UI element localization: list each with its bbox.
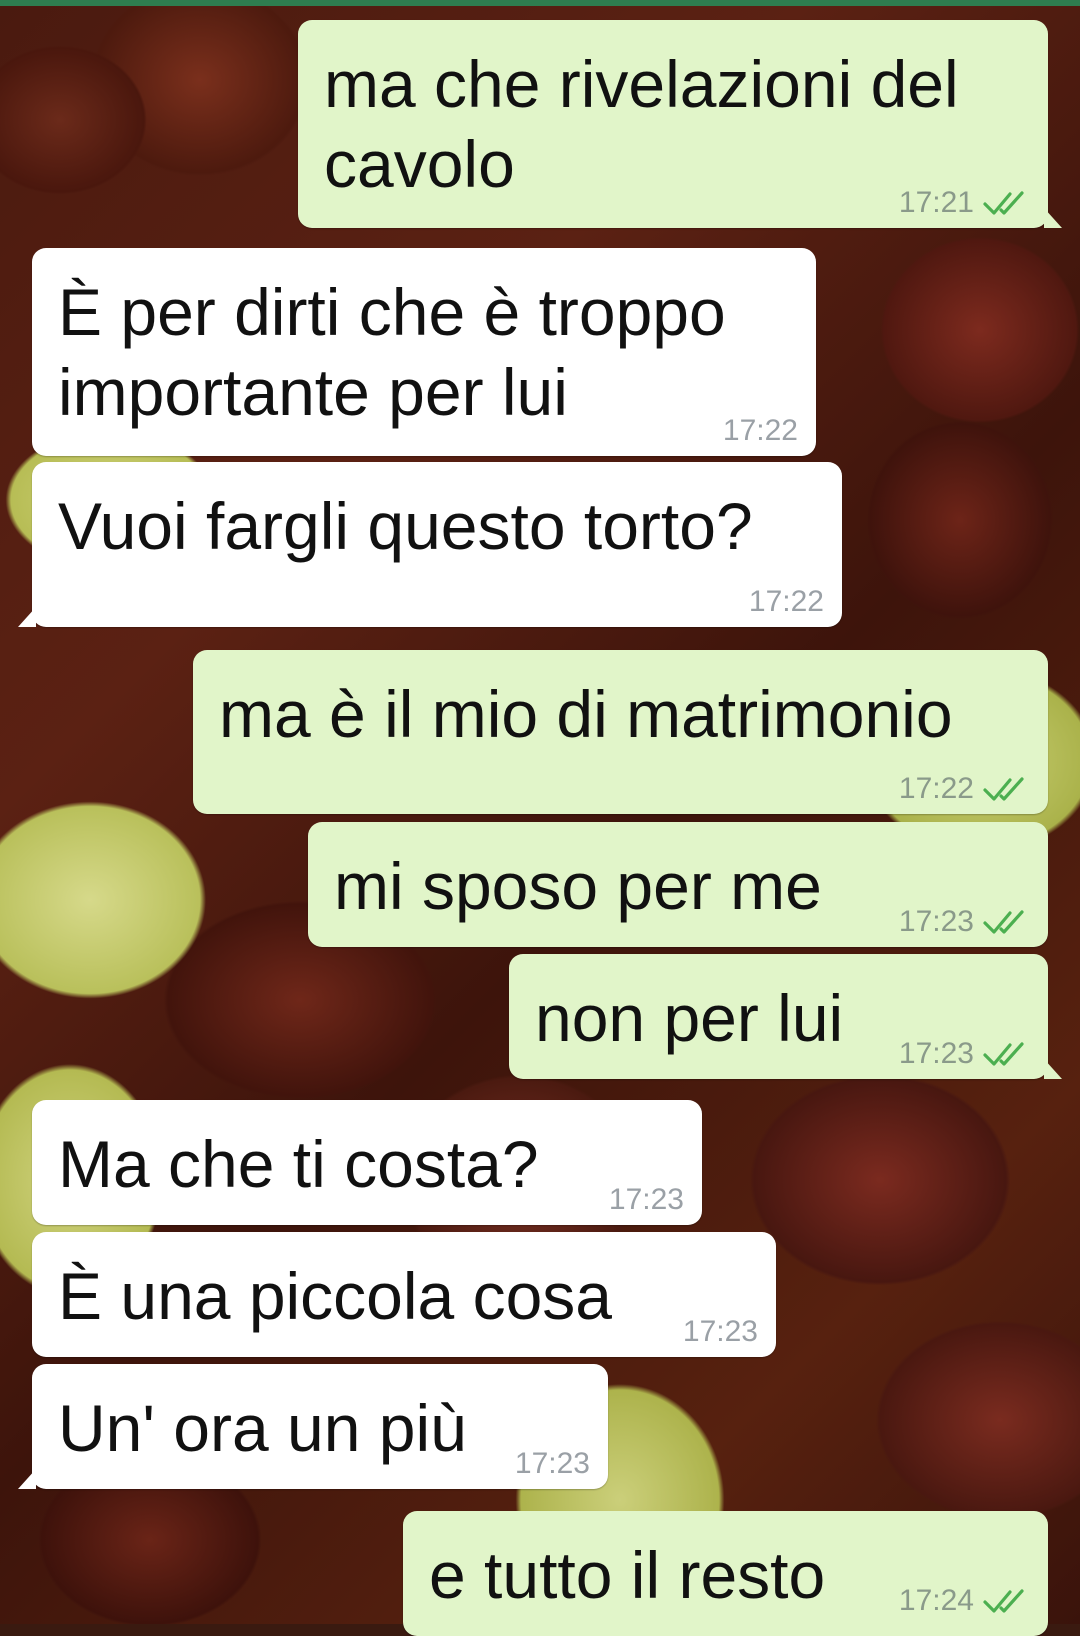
message-time: 17:23: [898, 1037, 974, 1070]
bubble-tail: [18, 607, 36, 627]
message-meta: 17:23: [515, 1447, 590, 1481]
message-text: È una piccola cosa: [58, 1259, 613, 1333]
message-meta: 17:23: [899, 905, 1030, 939]
message-text: ma è il mio di matrimonio: [219, 677, 953, 751]
message-time: 17:22: [748, 585, 824, 618]
message-bubble-incoming[interactable]: Vuoi fargli questo torto? 17:22: [18, 462, 842, 627]
double-check-icon: [983, 191, 1024, 215]
message-bubble-incoming[interactable]: Un' ora un più 17:23: [18, 1364, 608, 1489]
message-bubble-outgoing[interactable]: non per lui 17:23: [509, 954, 1062, 1079]
message-bubble-outgoing[interactable]: ma è il mio di matrimonio 17:22: [193, 650, 1048, 814]
bubble-tail: [1044, 208, 1062, 228]
message-meta: 17:23: [683, 1315, 758, 1349]
message-meta: 17:22: [749, 585, 824, 619]
message-meta: 17:23: [609, 1183, 684, 1217]
message-bubble-outgoing[interactable]: mi sposo per me 17:23: [308, 822, 1048, 947]
message-time: 17:22: [722, 414, 798, 447]
message-text: Vuoi fargli questo torto?: [58, 489, 753, 563]
double-check-icon: [983, 1042, 1024, 1066]
message-time: 17:24: [898, 1584, 974, 1617]
message-meta: 17:24: [899, 1584, 1030, 1618]
message-bubble-outgoing[interactable]: ma che rivelazioni del cavolo 17:21: [298, 20, 1062, 228]
double-check-icon: [983, 910, 1024, 934]
message-bubble-incoming[interactable]: Ma che ti costa? 17:23: [32, 1100, 702, 1225]
double-check-icon: [983, 1589, 1024, 1613]
message-text: ma che rivelazioni del cavolo: [324, 47, 959, 201]
message-text: Un' ora un più: [58, 1391, 467, 1465]
message-bubble-incoming[interactable]: È per dirti che è troppo importante per …: [32, 248, 816, 456]
message-time: 17:23: [682, 1315, 758, 1348]
double-check-icon: [983, 777, 1024, 801]
bubble-tail: [18, 1469, 36, 1489]
message-bubble-incoming[interactable]: È una piccola cosa 17:23: [32, 1232, 776, 1357]
message-meta: 17:21: [899, 186, 1030, 220]
message-meta: 17:22: [723, 414, 798, 448]
app-bar-edge: [0, 0, 1080, 6]
message-time: 17:23: [608, 1183, 684, 1216]
message-time: 17:21: [898, 186, 974, 219]
message-meta: 17:23: [899, 1037, 1030, 1071]
message-bubble-outgoing[interactable]: e tutto il resto 17:24: [403, 1511, 1048, 1636]
bubble-tail: [1044, 1059, 1062, 1079]
message-text: Ma che ti costa?: [58, 1127, 539, 1201]
message-text: È per dirti che è troppo importante per …: [58, 275, 726, 429]
message-time: 17:23: [514, 1447, 590, 1480]
message-meta: 17:22: [899, 772, 1030, 806]
message-time: 17:23: [898, 905, 974, 938]
message-time: 17:22: [898, 772, 974, 805]
